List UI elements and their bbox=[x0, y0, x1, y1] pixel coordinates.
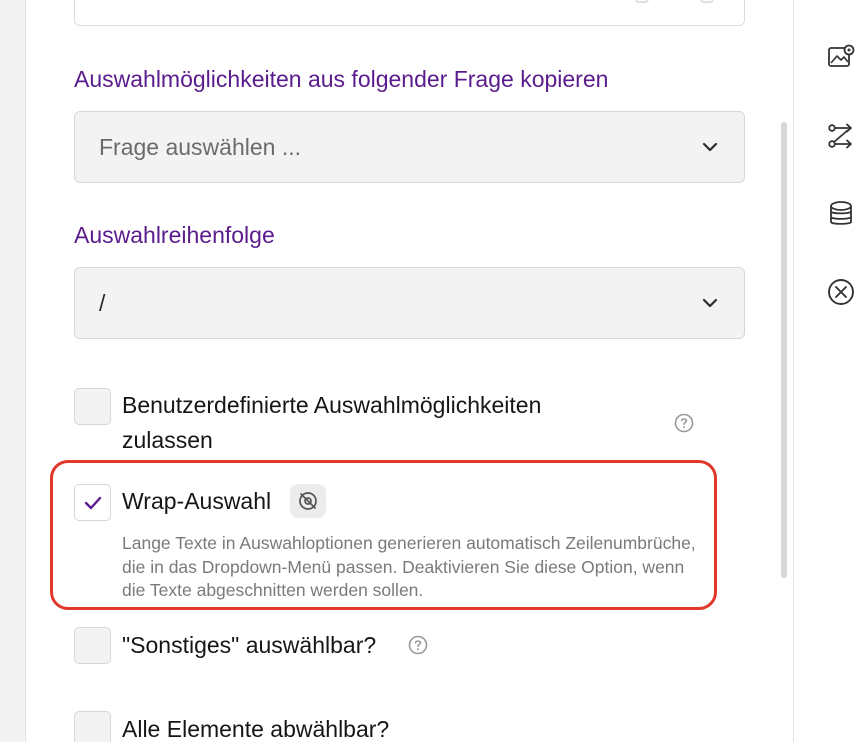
chevron-down-icon bbox=[700, 293, 720, 313]
other-selectable-label: "Sonstiges" auswählbar? bbox=[122, 632, 377, 658]
eye-off-badge[interactable] bbox=[290, 484, 326, 518]
wrap-selection-label: Wrap-Auswahl bbox=[122, 488, 272, 514]
custom-choices-checkbox[interactable] bbox=[74, 388, 111, 425]
choice-order-select[interactable]: / bbox=[74, 267, 745, 339]
custom-choices-label-line2: zulassen bbox=[122, 427, 213, 453]
checkmark-icon bbox=[84, 496, 101, 509]
custom-choices-label: Benutzerdefinierte Auswahlmöglichkeiten … bbox=[122, 388, 541, 458]
choice-order-label: Auswahlreihenfolge bbox=[74, 222, 275, 248]
logic-flow-icon[interactable] bbox=[826, 121, 856, 151]
question-circle-icon[interactable] bbox=[408, 635, 428, 655]
scrollbar[interactable] bbox=[781, 122, 787, 578]
edit-icon bbox=[700, 0, 714, 3]
all-deselectable-label: Alle Elemente abwählbar? bbox=[122, 716, 390, 742]
copy-choices-select[interactable]: Frage auswählen ... bbox=[74, 111, 745, 183]
all-deselectable-checkbox[interactable] bbox=[74, 711, 111, 742]
copy-choices-label: Auswahlmöglichkeiten aus folgender Frage… bbox=[74, 66, 609, 92]
image-settings-icon[interactable] bbox=[826, 42, 856, 72]
copy-choices-placeholder: Frage auswählen ... bbox=[99, 133, 302, 160]
question-circle-icon[interactable] bbox=[674, 413, 694, 433]
eye-off-icon bbox=[299, 492, 317, 510]
panel-divider bbox=[793, 0, 794, 742]
wrap-selection-checkbox[interactable] bbox=[74, 484, 111, 521]
left-gutter bbox=[0, 0, 26, 742]
custom-choices-label-line1: Benutzerdefinierte Auswahlmöglichkeiten bbox=[122, 392, 542, 418]
previous-field[interactable] bbox=[74, 0, 745, 26]
database-icon[interactable] bbox=[826, 199, 856, 229]
chevron-down-icon bbox=[700, 137, 720, 157]
close-circle-icon[interactable] bbox=[826, 277, 856, 307]
other-selectable-checkbox[interactable] bbox=[74, 627, 111, 664]
choice-order-value: / bbox=[99, 289, 106, 316]
wrap-selection-description: Lange Texte in Auswahloptionen generiere… bbox=[122, 533, 696, 600]
comment-icon bbox=[635, 0, 649, 3]
